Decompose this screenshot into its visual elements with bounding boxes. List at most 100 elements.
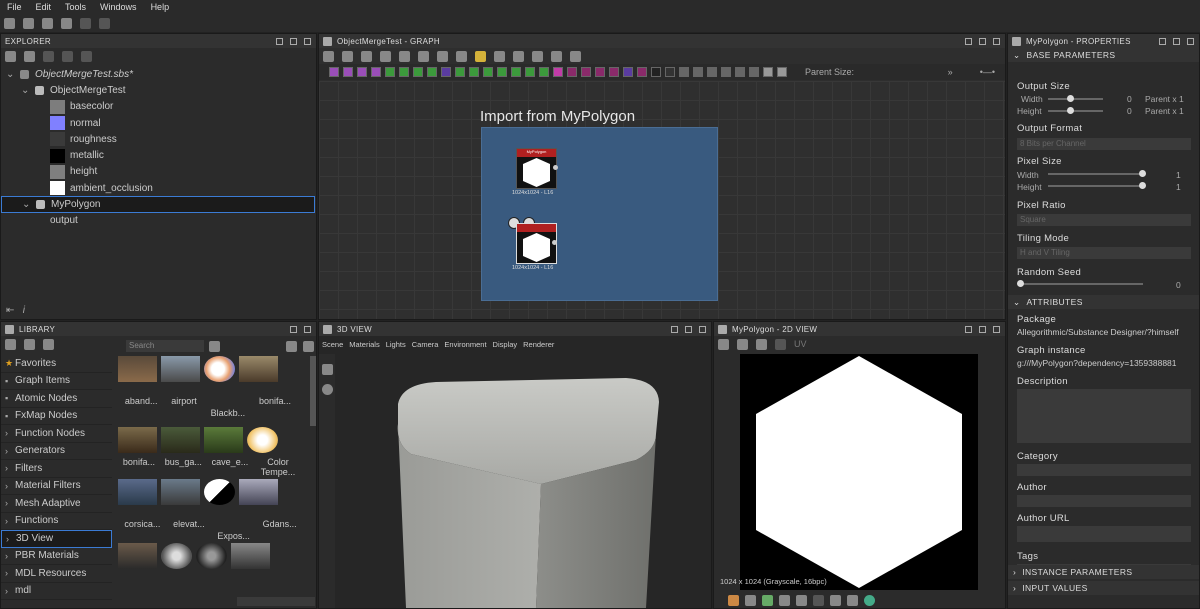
library-refresh-icon[interactable] — [24, 338, 35, 350]
pin-icon[interactable] — [1159, 37, 1166, 45]
library-category[interactable]: ▪ Atomic Nodes — [1, 390, 112, 408]
close-icon[interactable] — [993, 325, 1000, 333]
library-category[interactable]: › Filters — [1, 460, 112, 478]
view-list-icon[interactable] — [303, 341, 314, 352]
float-icon[interactable] — [979, 325, 986, 333]
node-palette-icon[interactable] — [497, 67, 507, 77]
author-url-field[interactable] — [1017, 526, 1191, 542]
save-image-icon[interactable] — [737, 338, 748, 350]
save-icon[interactable] — [61, 17, 72, 29]
library-category[interactable]: › PBR Materials — [1, 548, 112, 565]
camera-icon[interactable] — [361, 50, 372, 62]
output-width-mode[interactable]: Parent x 1 — [1145, 94, 1184, 104]
info-icon[interactable] — [813, 595, 824, 606]
library-edit-icon[interactable] — [43, 338, 54, 350]
comment-icon[interactable] — [513, 50, 524, 62]
library-search-input[interactable]: Search — [126, 340, 204, 352]
slider-knob[interactable] — [1067, 95, 1074, 102]
camera-icon[interactable] — [322, 364, 333, 375]
export-icon[interactable] — [62, 50, 73, 62]
node-palette-icon[interactable] — [693, 67, 703, 77]
output-row[interactable]: height — [1, 164, 316, 180]
base-parameters-header[interactable]: ⌄ BASE PARAMETERS — [1008, 48, 1199, 62]
node-palette-icon[interactable] — [511, 67, 521, 77]
layers-icon[interactable] — [728, 595, 739, 606]
menu-help[interactable]: Help — [151, 2, 170, 12]
redo-icon[interactable] — [99, 17, 110, 29]
pin-icon[interactable] — [965, 37, 972, 45]
node-palette-icon[interactable] — [665, 67, 675, 77]
library-category[interactable]: ▪ FxMap Nodes — [1, 408, 112, 425]
output-socket[interactable] — [553, 165, 558, 170]
output-height-slider[interactable] — [1048, 110, 1103, 112]
save-package-icon[interactable] — [5, 50, 16, 62]
output-format-select[interactable]: 8 Bits per Channel — [1017, 138, 1191, 150]
node-palette-icon[interactable] — [651, 67, 661, 77]
hdr-thumbnail[interactable] — [239, 356, 278, 382]
hdr-thumbnail[interactable] — [118, 479, 157, 505]
view3d-menu-item[interactable]: Camera — [412, 340, 439, 349]
open-icon[interactable] — [42, 17, 53, 29]
library-add-icon[interactable] — [5, 338, 16, 350]
output-row[interactable]: ambient_occlusion — [1, 180, 316, 196]
node-palette-icon[interactable] — [763, 67, 773, 77]
grid-icon[interactable] — [456, 50, 467, 62]
color-picker-icon[interactable] — [830, 595, 841, 606]
menu-edit[interactable]: Edit — [36, 2, 52, 12]
node-palette-icon[interactable] — [399, 67, 409, 77]
package-row[interactable]: ⌄ ObjectMergeTest.sbs* — [1, 66, 316, 82]
library-category[interactable]: › Function Nodes — [1, 425, 112, 443]
polygon-node[interactable]: MyPolygon — [516, 148, 557, 189]
hdr-thumbnail[interactable] — [231, 543, 270, 569]
hdr-thumbnail[interactable] — [161, 356, 200, 382]
hdr-thumbnail[interactable] — [161, 479, 200, 505]
node-palette-icon[interactable] — [749, 67, 759, 77]
search-icon[interactable] — [399, 50, 410, 62]
uv-toggle[interactable]: UV — [794, 339, 807, 349]
view3d-menu-item[interactable]: Materials — [349, 340, 379, 349]
attributes-header[interactable]: ⌄ ATTRIBUTES — [1008, 295, 1199, 309]
options-icon[interactable] — [81, 50, 92, 62]
slider-knob[interactable] — [1017, 280, 1024, 287]
node-palette-icon[interactable] — [469, 67, 479, 77]
image-icon[interactable] — [847, 595, 858, 606]
float-icon[interactable] — [290, 325, 297, 333]
pin-node-icon[interactable] — [494, 50, 505, 62]
new-graph-icon[interactable] — [24, 50, 35, 62]
description-field[interactable] — [1017, 389, 1191, 443]
hdr-thumbnail[interactable] — [247, 427, 278, 453]
view3d-menu-item[interactable]: Environment — [444, 340, 486, 349]
float-icon[interactable] — [1173, 37, 1180, 45]
close-icon[interactable] — [699, 325, 706, 333]
library-category-selected[interactable]: › 3D View — [1, 530, 112, 548]
output-row[interactable]: output — [1, 213, 316, 229]
node-palette-icon[interactable] — [609, 67, 619, 77]
view3d-viewport[interactable] — [336, 354, 711, 608]
node-palette-icon[interactable] — [707, 67, 717, 77]
view3d-menu-item[interactable]: Display — [493, 340, 518, 349]
view-grid-icon[interactable] — [286, 341, 297, 352]
menu-windows[interactable]: Windows — [100, 2, 137, 12]
node-palette-icon[interactable] — [553, 67, 563, 77]
node-palette-icon[interactable] — [525, 67, 535, 77]
hdr-thumbnail[interactable] — [196, 543, 227, 569]
node-palette-icon[interactable] — [595, 67, 605, 77]
display-icon[interactable] — [342, 50, 353, 62]
random-seed-slider[interactable] — [1020, 283, 1143, 285]
node-palette-icon[interactable] — [721, 67, 731, 77]
hdr-thumbnail[interactable] — [161, 543, 192, 569]
library-category[interactable]: › mdl — [1, 583, 112, 600]
node-palette-icon[interactable] — [581, 67, 591, 77]
close-icon[interactable] — [304, 325, 311, 333]
tiling-mode-select[interactable]: H and V Tiling — [1017, 247, 1191, 259]
import-icon[interactable] — [43, 50, 54, 62]
pin-icon[interactable] — [671, 325, 678, 333]
node-palette-icon[interactable] — [735, 67, 745, 77]
hdr-thumbnail[interactable] — [118, 543, 157, 569]
node-palette-icon[interactable] — [329, 67, 339, 77]
library-scrollbar[interactable] — [310, 356, 316, 426]
input-values-header[interactable]: › INPUT VALUES — [1008, 581, 1199, 595]
hdr-thumbnail[interactable] — [118, 427, 157, 453]
align-icon[interactable] — [437, 50, 448, 62]
library-category[interactable]: › Material Filters — [1, 478, 112, 495]
